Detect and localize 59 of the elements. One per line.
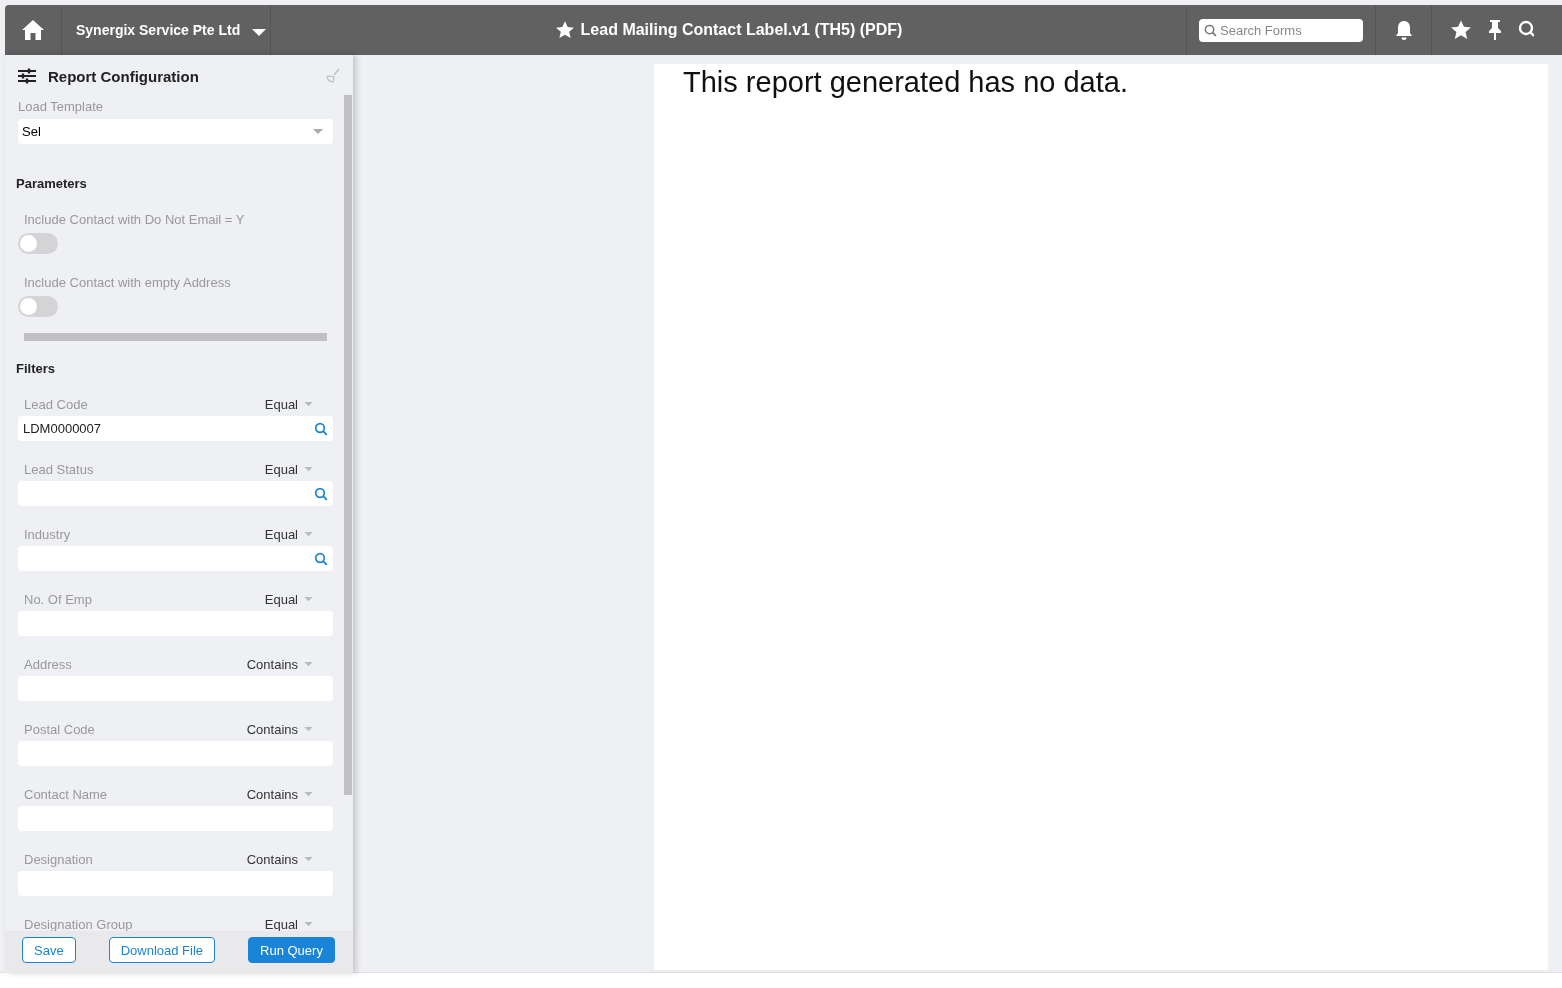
filter-label: Industry bbox=[24, 527, 71, 542]
bell-icon[interactable] bbox=[1393, 19, 1414, 41]
sliders-icon bbox=[18, 68, 36, 84]
operator-dropdown[interactable]: Equal bbox=[264, 527, 313, 542]
filter-input[interactable]: LDM0000007 bbox=[18, 416, 333, 441]
parameter-label: Include Contact with empty Address bbox=[24, 275, 232, 290]
action-button[interactable]: Save bbox=[22, 937, 76, 963]
filter-label: No. Of Emp bbox=[24, 592, 92, 607]
broom-icon[interactable] bbox=[325, 68, 341, 84]
section-heading: Filters bbox=[16, 361, 56, 376]
caret-icon bbox=[304, 662, 313, 667]
operator-dropdown[interactable]: Contains bbox=[246, 722, 313, 737]
caret-icon bbox=[304, 597, 313, 602]
search-field[interactable]: Search Forms bbox=[1199, 18, 1363, 42]
report-title: Lead Mailing Contact Label.v1 (TH5) (PDF) bbox=[580, 21, 903, 39]
filter-label: Designation Group bbox=[24, 917, 133, 931]
filter-label: Lead Code bbox=[24, 397, 88, 412]
search-icon[interactable] bbox=[314, 486, 328, 501]
report-message: This report generated has no data. bbox=[683, 65, 1129, 99]
caret-icon bbox=[313, 128, 323, 135]
search-icon[interactable] bbox=[314, 421, 328, 436]
caret-icon bbox=[304, 922, 313, 927]
operator-dropdown[interactable]: Equal bbox=[264, 462, 313, 477]
star-icon[interactable] bbox=[1450, 19, 1472, 41]
operator-dropdown[interactable]: Equal bbox=[264, 917, 313, 931]
filter-input[interactable] bbox=[18, 546, 333, 571]
toggle-switch[interactable] bbox=[18, 233, 58, 254]
operator-dropdown[interactable]: Contains bbox=[246, 787, 313, 802]
search-icon[interactable] bbox=[314, 551, 328, 566]
filter-label: Contact Name bbox=[24, 787, 108, 802]
filter-label: Designation bbox=[24, 852, 93, 867]
caret-icon bbox=[304, 727, 313, 732]
filter-label: Address bbox=[24, 657, 72, 672]
filter-input[interactable] bbox=[18, 481, 333, 506]
caret-icon bbox=[304, 467, 313, 472]
search-icon bbox=[1204, 23, 1217, 37]
operator-dropdown[interactable]: Contains bbox=[246, 852, 313, 867]
action-button[interactable]: Download File bbox=[108, 937, 215, 963]
caret-icon bbox=[304, 532, 313, 537]
filter-label: Lead Status bbox=[24, 462, 94, 477]
section-heading: Parameters bbox=[16, 176, 88, 191]
caret-icon bbox=[304, 792, 313, 797]
caret-icon bbox=[304, 857, 313, 862]
operator-dropdown[interactable]: Equal bbox=[264, 397, 313, 412]
template-dropdown[interactable]: Sel bbox=[18, 119, 333, 144]
vertical-scrollbar[interactable] bbox=[344, 95, 352, 795]
caret-icon bbox=[304, 402, 313, 407]
operator-dropdown[interactable]: Equal bbox=[264, 592, 313, 607]
caret-icon bbox=[252, 28, 267, 37]
operator-dropdown[interactable]: Contains bbox=[246, 657, 313, 672]
pin-icon[interactable] bbox=[1487, 19, 1503, 41]
parameter-label: Include Contact with Do Not Email = Y bbox=[24, 212, 246, 227]
home-icon bbox=[21, 19, 45, 41]
toggle-switch[interactable] bbox=[18, 296, 58, 317]
filter-label: Postal Code bbox=[24, 722, 95, 737]
action-button[interactable]: Run Query bbox=[248, 937, 335, 963]
star-icon[interactable] bbox=[554, 20, 575, 40]
panel-title: Report Configuration bbox=[48, 67, 199, 85]
field-label: Load Template bbox=[18, 99, 105, 114]
